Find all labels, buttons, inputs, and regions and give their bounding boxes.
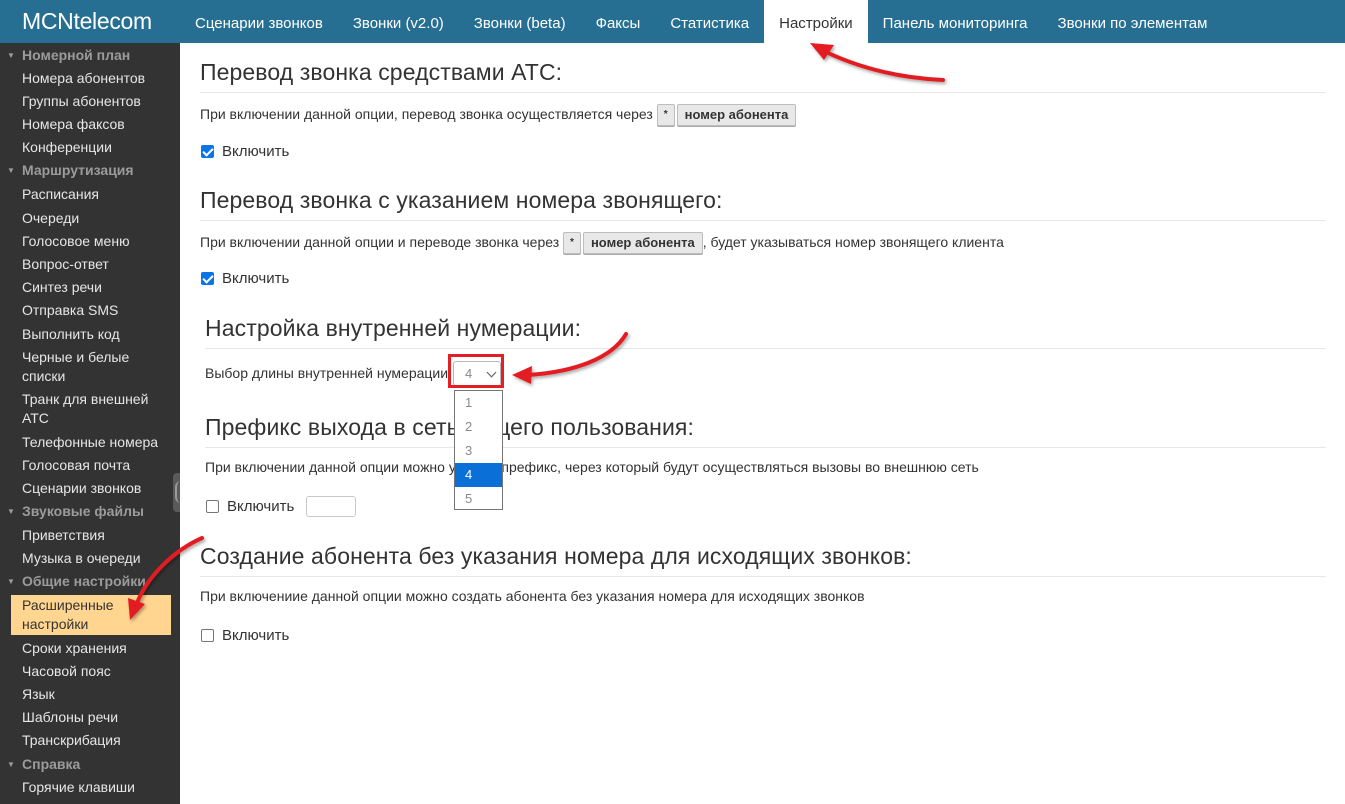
sidebar-item-speech-templates[interactable]: Шаблоны речи <box>22 708 167 727</box>
caret-down-icon: ▼ <box>7 507 15 516</box>
caret-down-icon: ▼ <box>7 760 15 769</box>
key-star: * <box>656 104 675 127</box>
section-title-internal-numbering: Настройка внутренней нумерации: <box>205 315 582 341</box>
sidebar-section-label: Общие настройки <box>22 573 146 589</box>
prefix-input[interactable] <box>306 496 356 517</box>
sidebar-item-speech-synthesis[interactable]: Синтез речи <box>22 278 167 297</box>
key-star: * <box>563 232 581 255</box>
caret-down-icon: ▼ <box>7 166 15 175</box>
checkbox-label: Включить <box>222 627 290 644</box>
checkbox-label: Включить <box>222 270 290 287</box>
section-title-public-prefix: Префикс выхода в сеть общего пользования… <box>205 414 694 440</box>
top-navbar: MCNtelecom Сценарии звонков Звонки (v2.0… <box>0 0 1345 43</box>
subscriber-without-number-description: При включениие данной опции можно создат… <box>200 588 865 604</box>
nav-tabs: Сценарии звонков Звонки (v2.0) Звонки (b… <box>180 0 1222 43</box>
sidebar-item-external-pbx-trunk[interactable]: Транк для внешней АТС <box>22 390 167 428</box>
sidebar-item-black-white-lists[interactable]: Черные и белые списки <box>22 348 167 386</box>
key-subscriber-number: номер абонента <box>676 104 797 127</box>
divider <box>200 92 1326 93</box>
checkbox-label: Включить <box>227 498 295 515</box>
section-title-transfer-ats: Перевод звонка средствами АТС: <box>200 59 563 85</box>
sidebar-section-label: Звуковые файлы <box>22 503 144 519</box>
sidebar-section-sound-files[interactable]: ▼ Звуковые файлы <box>7 502 167 521</box>
transfer-ats-description: При включении данной опции, перевод звон… <box>200 104 797 127</box>
tab-calls-by-elements[interactable]: Звонки по элементам <box>1043 0 1223 43</box>
description-text: При включении данной опции и переводе зв… <box>200 234 560 250</box>
transfer-caller-enable: Включить <box>201 270 289 287</box>
sidebar-section-label: Номерной план <box>22 47 131 63</box>
sidebar-item-queue-music[interactable]: Музыка в очереди <box>22 549 167 568</box>
sidebar-item-subscriber-groups[interactable]: Группы абонентов <box>22 92 167 111</box>
tab-calls-v2[interactable]: Звонки (v2.0) <box>338 0 459 43</box>
sidebar-section-general-settings[interactable]: ▼ Общие настройки <box>7 572 167 591</box>
tab-calls-beta[interactable]: Звонки (beta) <box>459 0 581 43</box>
tab-settings[interactable]: Настройки <box>764 0 868 43</box>
public-prefix-enable: Включить <box>206 498 294 515</box>
sidebar-item-phone-numbers[interactable]: Телефонные номера <box>22 433 167 452</box>
transfer-ats-enable: Включить <box>201 143 289 160</box>
sidebar-item-fax-numbers[interactable]: Номера факсов <box>22 115 167 134</box>
transfer-caller-description: При включении данной опции и переводе зв… <box>200 232 1004 255</box>
transfer-ats-checkbox[interactable] <box>201 145 214 158</box>
sidebar-item-schedules[interactable]: Расписания <box>22 185 167 204</box>
checkbox-label: Включить <box>222 143 290 160</box>
transfer-caller-checkbox[interactable] <box>201 272 214 285</box>
sidebar-item-conferences[interactable]: Конференции <box>22 138 167 157</box>
tab-monitoring-panel[interactable]: Панель мониторинга <box>868 0 1043 43</box>
dropdown-option-selected[interactable]: 4 <box>455 463 502 487</box>
divider <box>200 576 1326 577</box>
public-prefix-description: При включении данной опции можно указать… <box>205 459 979 475</box>
caret-down-icon: ▼ <box>7 51 15 60</box>
sidebar-section-label: Маршрутизация <box>22 162 134 178</box>
tab-statistics[interactable]: Статистика <box>655 0 764 43</box>
sidebar-item-transcription[interactable]: Транскрибация <box>22 731 167 750</box>
sidebar-item-subscriber-numbers[interactable]: Номера абонентов <box>22 69 167 88</box>
tab-call-scenarios[interactable]: Сценарии звонков <box>180 0 338 43</box>
divider <box>205 447 1326 448</box>
sidebar-item-voice-menu[interactable]: Голосовое меню <box>22 232 167 251</box>
sidebar-section-numbering-plan[interactable]: ▼ Номерной план <box>7 46 167 65</box>
sidebar-item-call-scenarios[interactable]: Сценарии звонков <box>22 479 167 498</box>
caret-down-icon: ▼ <box>7 577 15 586</box>
sidebar: ▼ Номерной план Номера абонентов Группы … <box>0 43 180 804</box>
brand-logo[interactable]: MCNtelecom <box>22 7 152 35</box>
sidebar-item-hotkeys[interactable]: Горячие клавиши <box>22 778 167 797</box>
divider <box>205 348 1326 349</box>
dropdown-option[interactable]: 5 <box>455 487 502 511</box>
sidebar-item-send-sms[interactable]: Отправка SMS <box>22 301 167 320</box>
dropdown-option[interactable]: 1 <box>455 391 502 415</box>
sidebar-section-routing[interactable]: ▼ Маршрутизация <box>7 161 167 180</box>
tab-faxes[interactable]: Факсы <box>581 0 656 43</box>
divider <box>200 220 1326 221</box>
sidebar-collapse-handle[interactable] <box>173 473 180 512</box>
subscriber-without-number-enable: Включить <box>201 627 289 644</box>
sidebar-item-timezone[interactable]: Часовой пояс <box>22 662 167 681</box>
subscriber-without-number-checkbox[interactable] <box>201 629 214 642</box>
dropdown-option[interactable]: 2 <box>455 415 502 439</box>
internal-numbering-dropdown: 1 2 3 4 5 <box>454 390 503 510</box>
sidebar-item-question-answer[interactable]: Вопрос-ответ <box>22 255 167 274</box>
key-subscriber-number: номер абонента <box>582 232 703 255</box>
description-text-after: , будет указываться номер звонящего клие… <box>702 234 1004 250</box>
sidebar-item-queues[interactable]: Очереди <box>22 209 167 228</box>
sidebar-item-greetings[interactable]: Приветствия <box>22 526 167 545</box>
public-prefix-checkbox[interactable] <box>206 500 219 513</box>
sidebar-item-language[interactable]: Язык <box>22 685 167 704</box>
description-text: При включении данной опции, перевод звон… <box>200 106 653 122</box>
sidebar-item-retention-periods[interactable]: Сроки хранения <box>22 639 167 658</box>
dropdown-option[interactable]: 3 <box>455 439 502 463</box>
sidebar-section-label: Справка <box>22 756 81 772</box>
main-content: Перевод звонка средствами АТС: При включ… <box>180 43 1345 804</box>
sidebar-section-help[interactable]: ▼ Справка <box>7 755 167 774</box>
sidebar-item-advanced-settings[interactable]: Расширенные настройки <box>11 595 171 635</box>
internal-numbering-label: Выбор длины внутренней нумерации <box>205 365 449 381</box>
annotation-highlight-box <box>448 354 504 388</box>
sidebar-item-voicemail[interactable]: Голосовая почта <box>22 456 167 475</box>
section-title-subscriber-without-number: Создание абонента без указания номера дл… <box>200 543 912 569</box>
sidebar-item-execute-code[interactable]: Выполнить код <box>22 325 167 344</box>
section-title-transfer-caller: Перевод звонка с указанием номера звонящ… <box>200 187 723 213</box>
